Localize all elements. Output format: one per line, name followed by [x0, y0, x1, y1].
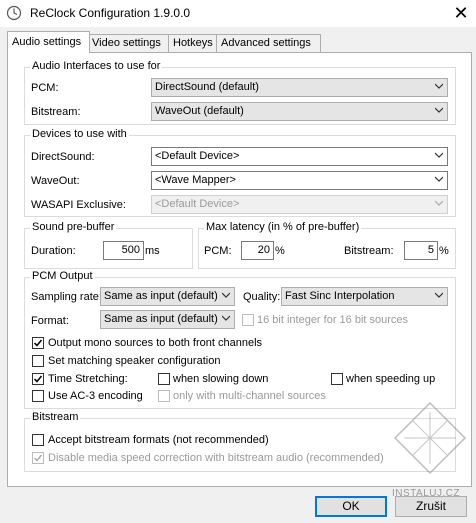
chevron-down-icon [435, 176, 443, 182]
select-value: <Wave Mapper> [155, 174, 236, 186]
duration-label: Duration: [31, 245, 76, 257]
watermark-logo [393, 401, 467, 475]
bitstream-interface-label: Bitstream: [31, 106, 81, 118]
tab-label: Audio settings [12, 36, 82, 48]
duration-input[interactable]: 500 [103, 241, 144, 260]
cancel-button[interactable]: Zrušit [395, 496, 467, 517]
speaker-label: Set matching speaker configuration [48, 355, 221, 367]
speeding-up-label: when speeding up [346, 373, 436, 385]
ac3-checkbox[interactable] [32, 390, 44, 402]
disable-speed-correction-checkbox [32, 452, 44, 464]
speeding-up-checkbox[interactable] [331, 373, 343, 385]
chevron-down-icon [435, 152, 443, 158]
group-legend: Max latency (in % of pre-buffer) [204, 221, 362, 233]
group-legend: Sound pre-buffer [30, 221, 117, 233]
format-label: Format: [31, 315, 69, 327]
waveout-device-select[interactable]: <Wave Mapper> [151, 171, 448, 190]
close-button[interactable]: ✕ [446, 0, 476, 27]
tab-label: Video settings [92, 37, 161, 49]
tab-advanced-settings[interactable]: Advanced settings [216, 34, 321, 52]
format-select[interactable]: Same as input (default) [100, 310, 235, 329]
sampling-rate-label: Sampling rate: [31, 291, 102, 303]
tab-label: Advanced settings [221, 37, 311, 49]
chevron-down-icon [435, 83, 443, 89]
latency-bitstream-unit: % [439, 245, 449, 257]
bit16-label: 16 bit integer for 16 bit sources [257, 314, 409, 326]
quality-label: Quality: [243, 291, 281, 303]
check-icon [33, 375, 43, 383]
tab-video-settings[interactable]: Video settings [87, 34, 170, 52]
check-icon [33, 339, 43, 347]
multichannel-checkbox [158, 390, 170, 402]
pcm-interface-select[interactable]: DirectSound (default) [151, 78, 448, 97]
waveout-device-label: WaveOut: [31, 175, 80, 187]
select-value: <Default Device> [155, 150, 240, 162]
tab-label: Hotkeys [173, 37, 213, 49]
quality-select[interactable]: Fast Sinc Interpolation [281, 287, 448, 306]
chevron-down-icon [222, 292, 230, 298]
check-icon [33, 454, 43, 462]
disable-speed-correction-label: Disable media speed correction with bits… [48, 452, 384, 464]
select-value: Same as input (default) [104, 290, 218, 302]
latency-pcm-input[interactable]: 20 [241, 241, 274, 260]
chevron-down-icon [435, 107, 443, 113]
group-legend: Bitstream [30, 411, 81, 423]
ac3-label: Use AC-3 encoding [48, 390, 143, 402]
chevron-down-icon [435, 292, 443, 298]
tab-hotkeys[interactable]: Hotkeys [168, 34, 221, 52]
duration-unit: ms [145, 245, 160, 257]
select-value: <Default Device> [155, 198, 240, 210]
bitstream-interface-select[interactable]: WaveOut (default) [151, 102, 448, 121]
mono-label: Output mono sources to both front channe… [48, 337, 263, 349]
ok-button[interactable]: OK [315, 496, 387, 517]
accept-bitstream-checkbox[interactable] [32, 434, 44, 446]
select-value: DirectSound (default) [155, 81, 259, 93]
group-legend: Audio Interfaces to use for [30, 60, 163, 72]
wasapi-device-label: WASAPI Exclusive: [31, 199, 126, 211]
directsound-device-label: DirectSound: [31, 151, 95, 163]
slowing-down-checkbox[interactable] [158, 373, 170, 385]
slowing-down-label: when slowing down [173, 373, 269, 385]
bit16-checkbox [242, 314, 254, 326]
latency-pcm-unit: % [275, 245, 285, 257]
chevron-down-icon [435, 200, 443, 206]
group-legend: Devices to use with [30, 128, 129, 140]
time-stretching-label: Time Stretching: [48, 373, 128, 385]
latency-bitstream-input[interactable]: 5 [404, 241, 438, 260]
multichannel-label: only with multi-channel sources [173, 390, 326, 402]
accept-bitstream-label: Accept bitstream formats (not recommende… [48, 434, 269, 446]
directsound-device-select[interactable]: <Default Device> [151, 147, 448, 166]
window-title: ReClock Configuration 1.9.0.0 [30, 6, 191, 20]
sampling-rate-select[interactable]: Same as input (default) [100, 287, 235, 306]
group-legend: PCM Output [30, 270, 95, 282]
wasapi-device-select: <Default Device> [151, 195, 448, 214]
latency-bitstream-label: Bitstream: [344, 245, 394, 257]
speaker-checkbox[interactable] [32, 355, 44, 367]
select-value: WaveOut (default) [155, 105, 244, 117]
pcm-interface-label: PCM: [31, 82, 59, 94]
title-bar: ReClock Configuration 1.9.0.0 ✕ [0, 0, 476, 27]
mono-checkbox[interactable] [32, 337, 44, 349]
select-value: Same as input (default) [104, 313, 218, 325]
select-value: Fast Sinc Interpolation [285, 290, 395, 302]
chevron-down-icon [222, 315, 230, 321]
time-stretching-checkbox[interactable] [32, 373, 44, 385]
tab-audio-settings[interactable]: Audio settings [7, 31, 90, 53]
latency-pcm-label: PCM: [204, 245, 232, 257]
app-icon [6, 5, 22, 21]
